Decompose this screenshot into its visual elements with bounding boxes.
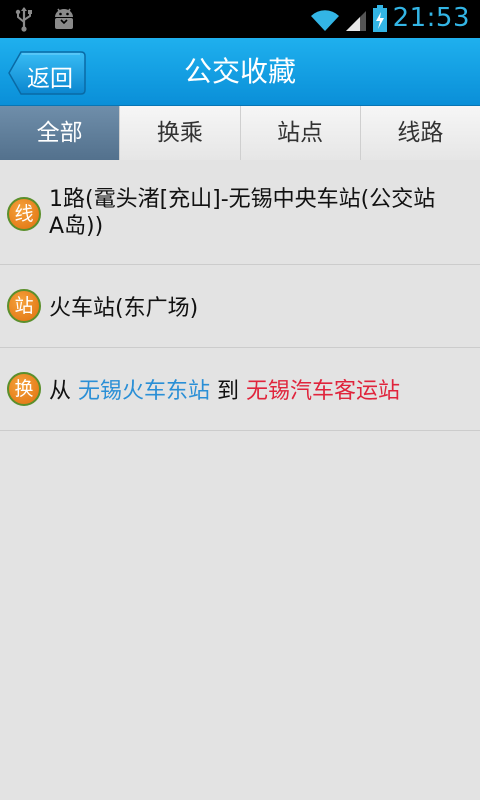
title-bar: 返回 公交收藏 (0, 38, 480, 106)
page-title: 公交收藏 (183, 55, 296, 88)
battery-charging-icon (372, 5, 388, 37)
favorite-item-station[interactable]: 站 火车站(东广场) (0, 265, 480, 348)
status-bar: 21:53 (0, 0, 480, 38)
signal-icon (344, 8, 368, 36)
tab-transfer[interactable]: 换乘 (119, 106, 240, 160)
favorite-item-line[interactable]: 线 1路(鼋头渚[充山]-无锡中央车站(公交站A岛)) (0, 160, 480, 265)
to-word: 到 (217, 379, 240, 404)
station-badge-icon: 站 (7, 289, 41, 323)
from-station: 无锡火车东站 (78, 379, 211, 404)
tab-all[interactable]: 全部 (0, 106, 120, 160)
tab-station[interactable]: 站点 (239, 106, 360, 160)
favorite-item-transfer[interactable]: 换 从 无锡火车东站 到 无锡汽车客运站 (0, 348, 480, 431)
favorite-transfer-text: 从 无锡火车东站 到 无锡汽车客运站 (49, 378, 400, 405)
status-right: 21:53 (310, 0, 470, 38)
transfer-badge-icon: 换 (7, 372, 41, 406)
favorites-list: 线 1路(鼋头渚[充山]-无锡中央车站(公交站A岛)) 站 火车站(东广场) 换… (0, 160, 480, 431)
favorite-station-text: 火车站(东广场) (49, 296, 199, 321)
usb-icon (14, 6, 34, 36)
tab-line[interactable]: 线路 (359, 106, 480, 160)
to-station: 无锡汽车客运站 (246, 379, 401, 404)
android-debug-icon (52, 6, 76, 36)
favorite-line-text: 1路(鼋头渚[充山]-无锡中央车站(公交站A岛)) (49, 187, 436, 239)
status-time: 21:53 (392, 3, 470, 33)
line-badge-icon: 线 (7, 197, 41, 231)
wifi-icon (310, 8, 340, 36)
filter-tabs: 全部 换乘 站点 线路 (0, 106, 480, 160)
from-word: 从 (49, 379, 72, 404)
